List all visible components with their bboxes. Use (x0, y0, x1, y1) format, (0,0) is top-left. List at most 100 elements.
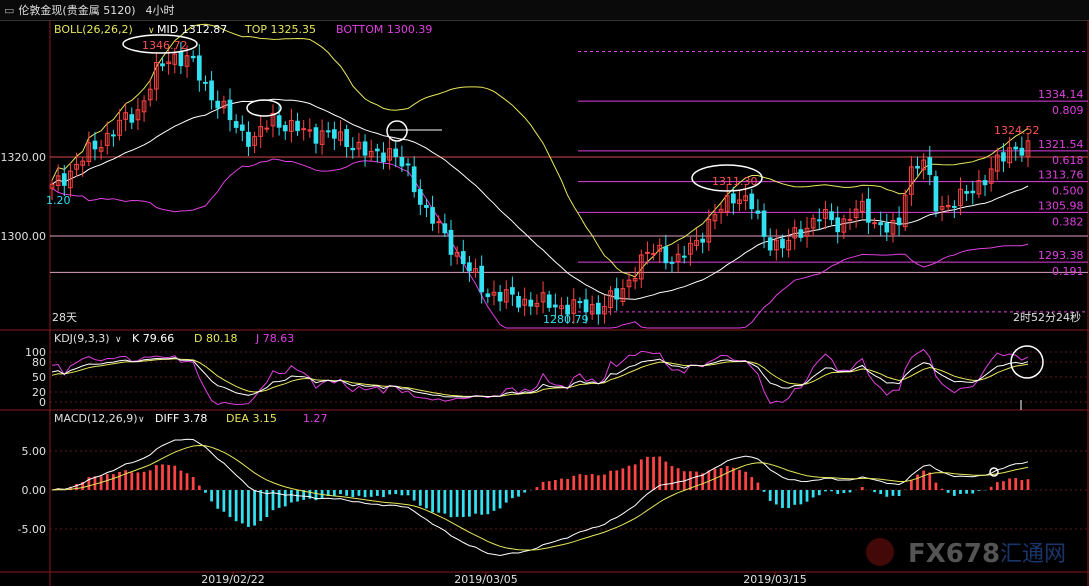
candle-body (669, 261, 675, 264)
candle-body (442, 223, 448, 234)
fib-ratio-4: 0.191 (1052, 265, 1084, 278)
date-label-1: 2019/03/05 (454, 573, 517, 586)
candle-body (61, 173, 67, 186)
candle-body (239, 124, 245, 131)
candle-body (964, 191, 969, 194)
boll-name[interactable]: BOLL(26,26,2) (54, 23, 133, 36)
candle-body (436, 221, 442, 224)
candle-body (178, 51, 184, 67)
macd-axis-label-0: 5.00 (22, 445, 47, 458)
macd-name[interactable]: MACD(12,26,9) (54, 412, 138, 425)
days-label: 28天 (52, 311, 77, 324)
chart-frame (0, 20, 1089, 586)
candle-body (350, 147, 356, 151)
candle-body (190, 55, 196, 59)
candle-body (663, 246, 669, 264)
fib-price-4: 1293.38 (1038, 249, 1084, 262)
shoulder-circle-annotation (246, 99, 282, 117)
candle-body (933, 176, 939, 212)
left-edge-value: 1.20 (46, 194, 71, 207)
candle-body (129, 114, 135, 123)
candle-body (528, 299, 534, 307)
price-chart[interactable]: 1334.14 0.809 1321.54 0.618 1313.76 0.5001305… (0, 0, 1089, 586)
candle-body (896, 217, 902, 226)
kdj-k: K 79.66 (132, 332, 174, 345)
candle-body (411, 166, 417, 193)
candle-body (467, 262, 472, 272)
macd-axis-label-2: -5.00 (18, 523, 46, 536)
candle-body (313, 127, 319, 144)
kdj-d: D 80.18 (194, 332, 237, 345)
date-label-0: 2019/02/22 (201, 573, 264, 586)
macd-dropdown-icon[interactable]: ∨ (138, 415, 145, 425)
candle-body (111, 134, 116, 137)
candle-body (215, 100, 221, 109)
candle-body (761, 210, 767, 237)
fib-price-0: 1334.14 (1038, 88, 1084, 101)
candle-body (951, 205, 957, 208)
macd-axis-label-1: 0.00 (22, 484, 47, 497)
candle-body (374, 148, 380, 152)
fib-ratio-0: 0.809 (1052, 104, 1084, 117)
kdj-j: J 78.63 (255, 332, 294, 345)
candle-body (884, 222, 890, 233)
candle-body (325, 130, 331, 133)
candle-body (516, 295, 521, 308)
candle-body (755, 210, 761, 214)
candle-body (393, 148, 399, 157)
candle-body (246, 131, 251, 147)
candle-body (381, 152, 386, 163)
candle-body (405, 163, 411, 166)
price-axis-label-0: 1320.00 (1, 151, 47, 164)
kdj-axis-label-50: 50 (32, 371, 46, 384)
candle-body (878, 222, 884, 226)
fib-price-3: 1305.98 (1038, 199, 1084, 212)
kdj-d-line (51, 358, 1029, 398)
boll-mid-line (51, 98, 1029, 300)
watermark: FX678 汇通网 (866, 538, 1066, 569)
candle-body (227, 99, 233, 121)
candle-body (577, 301, 583, 304)
candle-body (424, 204, 429, 208)
candle-body (430, 207, 435, 224)
watermark-cn: 汇通网 (1000, 542, 1066, 567)
candle-body (847, 218, 853, 221)
candle-body (276, 115, 282, 128)
macd-dea: DEA 3.15 (226, 412, 277, 425)
kdj-dropdown-icon[interactable]: ∨ (115, 335, 122, 345)
candle-body (872, 222, 877, 225)
kdj-name[interactable]: KDJ(9,3,3) (54, 332, 110, 345)
swing-price-label: 1311.30 (712, 175, 758, 188)
candle-body (982, 180, 988, 186)
macd-diff: DIFF 3.78 (155, 412, 207, 425)
kdj-panel: 1008050200 (25, 345, 1088, 409)
low-price-label: 1280.79 (543, 313, 589, 326)
fib-ratio-2: 0.500 (1052, 185, 1084, 198)
boll-mid: MID 1312.87 (157, 23, 227, 36)
boll-top: TOP 1325.35 (244, 23, 316, 36)
watermark-logo-icon (866, 538, 894, 566)
candle-body (553, 304, 558, 308)
candle-body (595, 302, 601, 315)
annotations (122, 34, 763, 192)
candle-body (835, 217, 841, 233)
watermark-text: FX678 (908, 539, 1000, 569)
candle-body (927, 157, 933, 175)
candle-body (970, 190, 976, 194)
last-price-label: 1324.52 (994, 124, 1040, 137)
candle-body (485, 293, 491, 297)
candle-body (681, 255, 687, 258)
candle-body (731, 193, 736, 204)
candle-body (749, 193, 755, 210)
candle-body (767, 237, 773, 251)
candle-body (332, 129, 337, 139)
boll-dropdown-icon[interactable]: ∨ (148, 26, 155, 36)
candle-body (362, 141, 368, 156)
candle-body (780, 238, 785, 249)
fib-price-2: 1313.76 (1038, 169, 1084, 182)
candle-body (816, 219, 822, 222)
candle-body (510, 287, 515, 295)
high-price-label: 1346.72 (142, 39, 188, 52)
date-label-2: 2019/03/15 (743, 573, 806, 586)
candle-body (282, 125, 288, 132)
